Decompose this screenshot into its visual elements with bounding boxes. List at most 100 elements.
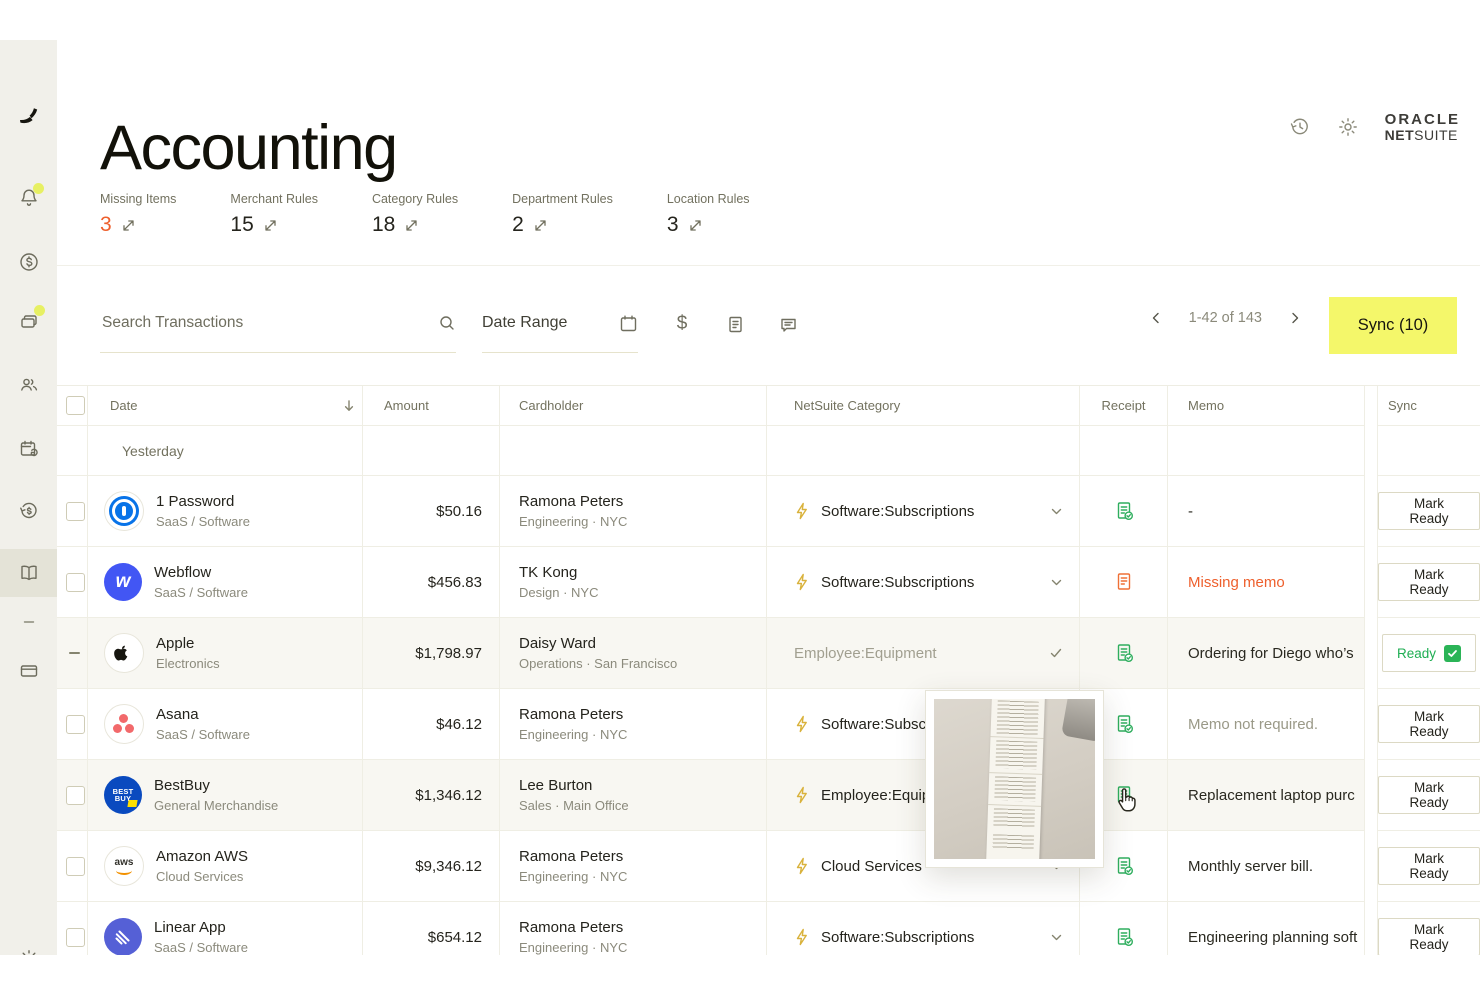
ready-checkbox-icon (1444, 645, 1461, 662)
cards-icon[interactable] (0, 310, 57, 332)
book-icon[interactable] (0, 562, 57, 584)
row-checkbox[interactable] (66, 928, 85, 947)
select-all-checkbox[interactable] (66, 396, 85, 415)
search-field[interactable] (100, 294, 456, 353)
column-amount[interactable]: Amount (363, 386, 500, 426)
stat-category-rules: Category Rules 18 (372, 192, 458, 237)
memo[interactable]: Ordering for Diego who’s (1168, 618, 1365, 689)
dollar-icon: $ (677, 313, 688, 335)
stat-location-rules: Location Rules 3 (667, 192, 750, 237)
receipt-filter-button[interactable] (721, 310, 749, 338)
receipt-icon[interactable] (1113, 855, 1135, 877)
category-select[interactable]: Software:Subscriptions (767, 476, 1080, 547)
chevron-left-icon[interactable] (1149, 311, 1163, 325)
accounting-page: Accounting ORACLE NETSUITE Missing Items… (0, 0, 1480, 987)
merchant-logo-webflow: w (104, 563, 142, 601)
cards-notification-dot (34, 305, 45, 316)
collapse-icon[interactable] (0, 611, 57, 633)
merchant-logo-1password (104, 491, 144, 531)
search-input[interactable] (100, 313, 438, 333)
paper-receipt (986, 699, 1045, 859)
history-icon[interactable] (1289, 116, 1311, 138)
amount-filter-button[interactable]: $ (668, 310, 696, 338)
table-row[interactable]: 1 PasswordSaaS / Software $50.16 Ramona … (57, 476, 1480, 547)
row-checkbox[interactable] (66, 573, 85, 592)
stats-row: Missing Items 3 Merchant Rules 15 Catego… (100, 192, 750, 237)
auto-category-icon (794, 715, 810, 733)
cardholder-name: Ramona Peters (519, 493, 623, 510)
expand-icon[interactable] (405, 219, 418, 232)
table-row[interactable]: w WebflowSaaS / Software $456.83 TK Kong… (57, 547, 1480, 618)
column-cardholder[interactable]: Cardholder (500, 386, 767, 426)
table-row[interactable]: AppleElectronics $1,798.97 Daisy WardOpe… (57, 618, 1480, 689)
ready-button[interactable]: Ready (1382, 634, 1476, 672)
expand-icon[interactable] (534, 219, 547, 232)
column-sync[interactable]: Sync (1377, 386, 1480, 426)
mark-ready-button[interactable]: Mark Ready (1378, 847, 1480, 885)
receipt-icon[interactable] (1113, 926, 1135, 948)
credit-card-icon[interactable] (0, 660, 57, 682)
receipt-preview-popup (925, 690, 1104, 868)
mark-ready-button[interactable]: Mark Ready (1378, 776, 1480, 814)
chevron-down-icon (1050, 505, 1063, 518)
expand-icon[interactable] (264, 219, 277, 232)
receipt-icon[interactable] (1113, 713, 1135, 735)
stat-merchant-rules: Merchant Rules 15 (230, 192, 318, 237)
merchant-type: SaaS / Software (156, 514, 250, 529)
missing-receipt-icon[interactable] (1113, 571, 1135, 593)
table-header: Date Amount Cardholder NetSuite Category… (57, 385, 1480, 426)
sync-button[interactable]: Sync (10) (1329, 297, 1457, 354)
calendar-sync-icon[interactable] (0, 438, 57, 460)
date-range-field[interactable]: Date Range (482, 294, 638, 353)
pagination-range: 1-42 of 143 (1189, 310, 1262, 326)
receipt-photo (934, 699, 1095, 859)
merchant-logo-bestbuy: BESTBUY (104, 776, 142, 814)
memo-missing[interactable]: Missing memo (1168, 547, 1365, 618)
column-receipt[interactable]: Receipt (1080, 386, 1168, 426)
merchant-logo-linear (104, 918, 142, 956)
check-icon (1049, 646, 1063, 660)
expand-icon[interactable] (122, 219, 135, 232)
memo-filter-button[interactable] (774, 310, 802, 338)
bell-icon[interactable] (0, 187, 57, 209)
row-checkbox[interactable] (66, 715, 85, 734)
table-row[interactable]: aws Amazon AWSCloud Services $9,346.12 R… (57, 831, 1480, 902)
memo[interactable]: Replacement laptop purc (1168, 760, 1365, 831)
category-select[interactable]: Software:Subscriptions (767, 547, 1080, 618)
row-checkbox[interactable] (66, 786, 85, 805)
row-checkbox-indeterminate[interactable] (69, 652, 80, 654)
merchant-logo-asana (104, 704, 144, 744)
chevron-right-icon[interactable] (1288, 311, 1302, 325)
ramp-logo-icon[interactable] (0, 104, 57, 128)
category-confirmed[interactable]: Employee:Equipment (767, 618, 1080, 689)
mark-ready-button[interactable]: Mark Ready (1378, 918, 1480, 956)
cashback-icon[interactable] (0, 500, 57, 522)
dollar-circle-icon[interactable] (0, 251, 57, 273)
memo-not-required[interactable]: Memo not required. (1168, 689, 1365, 760)
column-memo[interactable]: Memo (1168, 386, 1365, 426)
pagination: 1-42 of 143 (1149, 310, 1302, 326)
row-checkbox[interactable] (66, 502, 85, 521)
column-category[interactable]: NetSuite Category (767, 386, 1080, 426)
auto-category-icon (794, 786, 810, 804)
mark-ready-button[interactable]: Mark Ready (1378, 705, 1480, 743)
mark-ready-button[interactable]: Mark Ready (1378, 563, 1480, 601)
receipt-icon[interactable] (1113, 642, 1135, 664)
document-icon (726, 315, 745, 334)
auto-category-icon (794, 502, 810, 520)
notification-dot (33, 183, 44, 194)
expand-icon[interactable] (689, 219, 702, 232)
column-date[interactable]: Date (88, 386, 363, 426)
table-row[interactable]: AsanaSaaS / Software $46.12 Ramona Peter… (57, 689, 1480, 760)
receipt-icon[interactable] (1113, 500, 1135, 522)
people-icon[interactable] (0, 374, 57, 396)
row-checkbox[interactable] (66, 857, 85, 876)
mark-ready-button[interactable]: Mark Ready (1378, 492, 1480, 530)
chevron-down-icon (1050, 931, 1063, 944)
receipt-icon-hovered[interactable] (1113, 784, 1135, 806)
gear-icon[interactable] (1337, 116, 1359, 138)
viewport-crop (0, 955, 1480, 987)
memo[interactable]: Monthly server bill. (1168, 831, 1365, 902)
memo[interactable]: - (1168, 476, 1365, 547)
table-row[interactable]: BESTBUY BestBuyGeneral Merchandise $1,34… (57, 760, 1480, 831)
